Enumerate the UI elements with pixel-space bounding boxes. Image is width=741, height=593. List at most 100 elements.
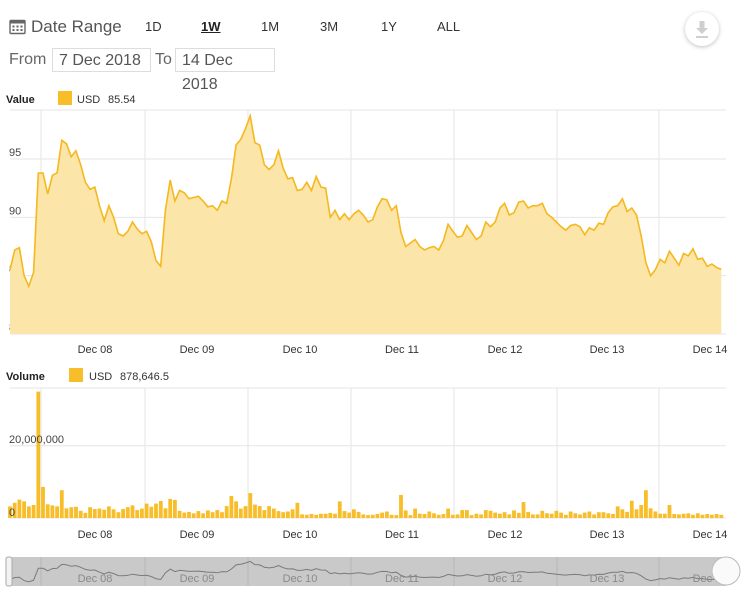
volume-bar xyxy=(206,510,210,518)
volume-bar xyxy=(531,514,535,518)
volume-bar xyxy=(69,507,74,518)
navigator-x-tick-label: Dec 11 xyxy=(385,573,419,585)
volume-bar xyxy=(78,510,83,518)
volume-bar xyxy=(469,515,474,518)
volume-bar xyxy=(620,509,625,518)
volume-bar xyxy=(399,494,403,518)
volume-bar xyxy=(521,502,526,518)
volume-bar xyxy=(356,511,361,518)
volume-x-tick-label: Dec 14 xyxy=(693,529,728,541)
volume-bar xyxy=(300,514,304,518)
volume-bar xyxy=(295,502,300,518)
volume-bar xyxy=(163,508,168,519)
volume-bar xyxy=(611,514,615,518)
volume-bar xyxy=(662,513,667,518)
volume-bar xyxy=(342,511,347,518)
volume-bar xyxy=(121,509,125,518)
volume-x-tick-label: Dec 12 xyxy=(488,529,523,541)
volume-bar xyxy=(549,513,554,518)
navigator-right-handle[interactable] xyxy=(711,556,741,586)
volume-bar xyxy=(17,499,22,518)
volume-bar xyxy=(243,506,248,518)
volume-bar xyxy=(450,514,455,519)
volume-bar xyxy=(290,509,295,518)
volume-bar xyxy=(286,511,290,518)
navigator-x-tick-label: Dec 13 xyxy=(590,573,625,585)
volume-bar xyxy=(140,508,144,518)
volume-bar xyxy=(625,511,629,518)
volume-bar xyxy=(455,514,460,518)
volume-bar xyxy=(248,493,253,518)
volume-bar xyxy=(281,512,286,518)
value-x-tick-label: Dec 12 xyxy=(488,344,523,356)
volume-bar xyxy=(253,504,257,518)
navigator[interactable]: Dec 08 Dec 09 Dec 10 Dec 11 Dec 12 Dec 13 Dec … xyxy=(5,556,741,587)
volume-bar xyxy=(540,510,545,518)
volume-bar xyxy=(394,515,399,518)
volume-bar xyxy=(403,510,408,518)
volume-bar xyxy=(92,509,97,518)
volume-panel: Volume USD 878,646.5 20,000,000 0 Dec 08 D… xyxy=(6,368,727,541)
volume-bar xyxy=(526,511,531,518)
value-x-tick-label: Dec 08 xyxy=(78,344,113,356)
volume-bar xyxy=(710,514,714,519)
volume-bar xyxy=(210,512,215,518)
volume-bar xyxy=(653,511,658,518)
volume-bar xyxy=(502,512,507,518)
volume-bar xyxy=(370,514,375,519)
volume-bar xyxy=(629,500,634,518)
volume-bar xyxy=(639,505,644,518)
volume-x-tick-label: Dec 11 xyxy=(385,529,419,541)
volume-bar xyxy=(102,509,107,518)
volume-bar xyxy=(380,512,384,518)
value-area-fill xyxy=(10,115,722,334)
volume-bar xyxy=(385,511,389,518)
volume-bar xyxy=(31,505,36,518)
volume-bar xyxy=(257,506,262,518)
volume-x-tick-label: Dec 08 xyxy=(78,529,113,541)
volume-bar xyxy=(328,512,333,518)
volume-bar xyxy=(615,506,620,518)
volume-bar xyxy=(427,511,432,518)
volume-bar xyxy=(507,514,512,518)
volume-bar xyxy=(644,490,648,518)
volume-bar xyxy=(436,514,441,519)
volume-bar xyxy=(215,510,220,518)
navigator-x-tick-label: Dec 12 xyxy=(488,573,523,585)
volume-bar xyxy=(36,391,41,518)
volume-bar xyxy=(417,513,422,518)
volume-bar xyxy=(672,514,677,518)
value-x-tick-label: Dec 10 xyxy=(283,344,318,356)
volume-bar xyxy=(601,512,606,518)
value-legend-swatch xyxy=(58,91,72,105)
volume-bar xyxy=(88,507,92,518)
volume-bar xyxy=(446,508,450,518)
volume-bar xyxy=(691,514,695,519)
navigator-left-handle[interactable] xyxy=(5,556,13,587)
value-panel-label: Value xyxy=(6,94,35,106)
volume-bar xyxy=(474,513,479,518)
volume-y-tick-label: 20,000,000 xyxy=(9,434,64,446)
volume-bar xyxy=(177,510,182,518)
volume-bar xyxy=(352,509,356,518)
volume-bar xyxy=(422,514,427,518)
volume-bar xyxy=(314,514,319,519)
volume-bar xyxy=(686,513,691,518)
volume-bar xyxy=(587,511,592,518)
value-legend-label: USD xyxy=(77,94,100,106)
navigator-x-tick-label: Dec 09 xyxy=(180,573,215,585)
volume-bar xyxy=(606,513,611,518)
volume-bar xyxy=(512,510,516,518)
volume-bar xyxy=(493,512,498,518)
volume-bar xyxy=(111,509,116,518)
volume-bar xyxy=(238,508,243,518)
volume-x-tick-label: Dec 13 xyxy=(590,529,625,541)
volume-bar xyxy=(220,512,224,518)
volume-x-tick-label: Dec 10 xyxy=(283,529,318,541)
volume-legend-label: USD xyxy=(89,371,112,383)
volume-bar xyxy=(559,512,563,518)
volume-bar xyxy=(516,512,521,518)
volume-bar xyxy=(677,514,681,518)
volume-legend-value: 878,646.5 xyxy=(120,371,169,383)
volume-bar xyxy=(695,513,700,518)
